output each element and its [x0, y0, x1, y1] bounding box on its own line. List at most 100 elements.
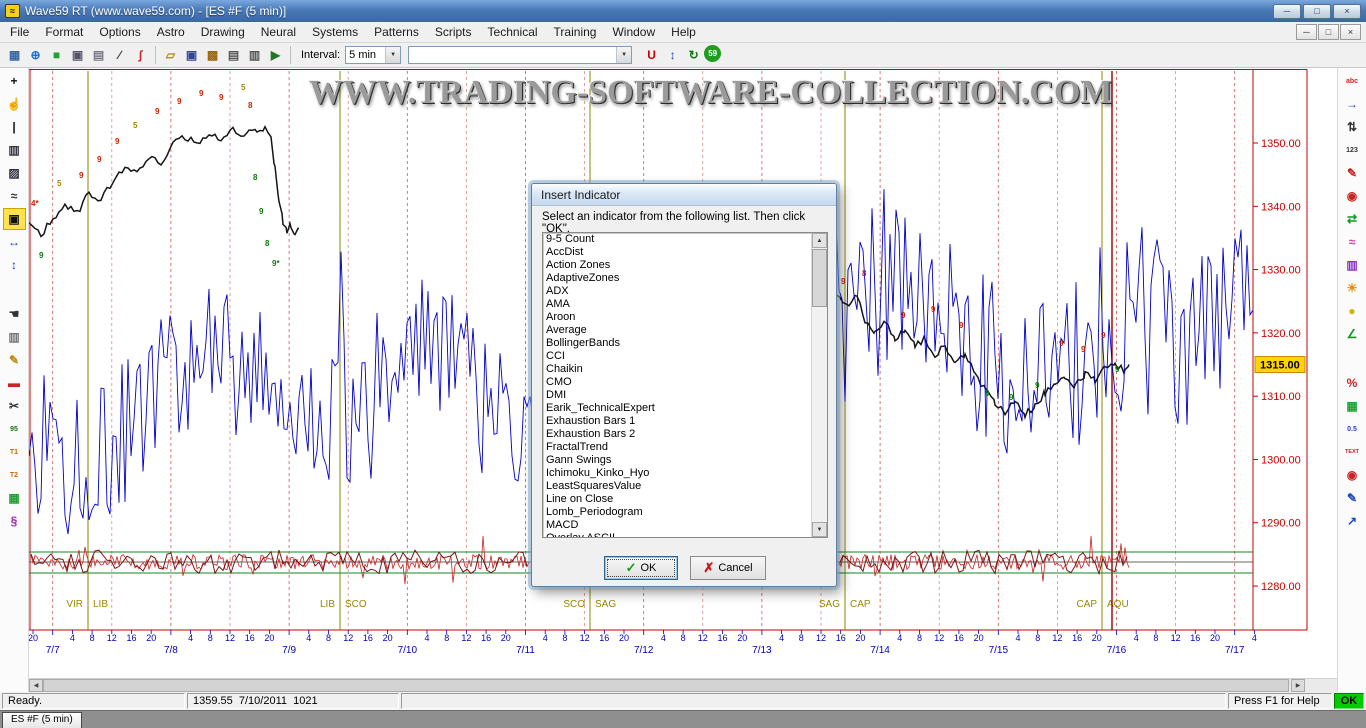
- title-bar[interactable]: ≈ Wave59 RT (www.wave59.com) - [ES #F (5…: [0, 0, 1366, 22]
- minimize-button[interactable]: ─: [1273, 4, 1301, 19]
- menu-item-systems[interactable]: Systems: [304, 23, 366, 41]
- histogram-tool[interactable]: ▥: [1341, 254, 1364, 276]
- hurst-wave-tool[interactable]: ≈: [1341, 231, 1364, 253]
- arrow-tool[interactable]: →: [1341, 93, 1364, 115]
- vertical-scale-icon[interactable]: ↕: [662, 45, 683, 65]
- close-button[interactable]: ×: [1333, 4, 1361, 19]
- new-chart-icon[interactable]: ▦: [4, 45, 25, 65]
- quote-board-icon[interactable]: ■: [46, 45, 67, 65]
- chevron-down-icon[interactable]: ▼: [616, 47, 631, 63]
- save-icon[interactable]: ▣: [181, 45, 202, 65]
- interval-select[interactable]: 5 min ▼: [345, 46, 401, 64]
- menu-item-neural[interactable]: Neural: [253, 23, 304, 41]
- indicator-listbox[interactable]: 9-5 CountAccDistAction ZonesAdaptiveZone…: [542, 232, 828, 538]
- reload-data-icon[interactable]: ↻: [683, 45, 704, 65]
- indicator-item-exhaustion-bars-1[interactable]: Exhaustion Bars 1: [543, 415, 827, 428]
- half-point-tool[interactable]: 0.5: [1341, 418, 1364, 440]
- indicator-item-leastsquaresvalue[interactable]: LeastSquaresValue: [543, 480, 827, 493]
- pan-tool[interactable]: ☝: [3, 93, 26, 115]
- snapshot-icon[interactable]: ▩: [202, 45, 223, 65]
- trend-arrow-tool[interactable]: ↗: [1341, 510, 1364, 532]
- nine-five-tool[interactable]: 95: [3, 418, 26, 440]
- chevron-down-icon[interactable]: ▼: [385, 47, 400, 63]
- fib-retracement-tool[interactable]: ▥: [3, 139, 26, 161]
- globe-icon[interactable]: ⊕: [25, 45, 46, 65]
- scroll-up-icon[interactable]: ▲: [812, 233, 827, 248]
- menu-item-scripts[interactable]: Scripts: [427, 23, 480, 41]
- dialog-titlebar[interactable]: Insert Indicator: [532, 184, 836, 206]
- hotspot-tool[interactable]: ◉: [1341, 464, 1364, 486]
- indicator-item-9-5-count[interactable]: 9-5 Count: [543, 233, 827, 246]
- zoom-box-tool[interactable]: ▣: [3, 208, 26, 230]
- indicator-item-bollingerbands[interactable]: BollingerBands: [543, 337, 827, 350]
- indicator-item-chaikin[interactable]: Chaikin: [543, 363, 827, 376]
- send-icon[interactable]: ▶: [265, 45, 286, 65]
- text-tool[interactable]: abc: [1341, 70, 1364, 92]
- eraser-tool[interactable]: ▬: [3, 372, 26, 394]
- symbol-combobox[interactable]: ▼: [408, 46, 632, 64]
- numbers-tool[interactable]: 123: [1341, 139, 1364, 161]
- undo-icon[interactable]: U: [641, 45, 662, 65]
- scrollbar-thumb[interactable]: [43, 679, 1289, 692]
- percent-tool[interactable]: %: [1341, 372, 1364, 394]
- text-label-tool[interactable]: TEXT: [1341, 441, 1364, 463]
- indicator-item-gann-swings[interactable]: Gann Swings: [543, 454, 827, 467]
- tab-es-5min[interactable]: ES #F (5 min): [2, 712, 82, 728]
- menu-item-options[interactable]: Options: [91, 23, 148, 41]
- indicator-item-average[interactable]: Average: [543, 324, 827, 337]
- marker-pen-tool[interactable]: ✎: [1341, 162, 1364, 184]
- indicator-item-cci[interactable]: CCI: [543, 350, 827, 363]
- angles-tool[interactable]: ∠: [1341, 323, 1364, 345]
- crosshair-tool[interactable]: +: [3, 70, 26, 92]
- menu-item-astro[interactable]: Astro: [149, 23, 193, 41]
- indicator-item-aroon[interactable]: Aroon: [543, 311, 827, 324]
- monitor-icon[interactable]: ▣: [67, 45, 88, 65]
- expand-vertical-tool[interactable]: ↕: [3, 254, 26, 276]
- menu-item-patterns[interactable]: Patterns: [366, 23, 427, 41]
- mdi-close-button[interactable]: ×: [1340, 24, 1361, 40]
- ok-button[interactable]: ✓ OK: [604, 556, 678, 580]
- indicator-item-accdist[interactable]: AccDist: [543, 246, 827, 259]
- astro-wheel-tool[interactable]: ☀: [1341, 277, 1364, 299]
- template2-tool[interactable]: T2: [3, 464, 26, 486]
- listbox-scrollbar[interactable]: ▲ ▼: [811, 233, 827, 537]
- trendline-icon[interactable]: ∕: [109, 45, 130, 65]
- menu-item-file[interactable]: File: [2, 23, 37, 41]
- delete-tool[interactable]: ▥: [3, 326, 26, 348]
- indicator-item-earik-technicalexpert[interactable]: Earik_TechnicalExpert: [543, 402, 827, 415]
- cancel-button[interactable]: ✗ Cancel: [690, 556, 766, 580]
- grid-page-icon[interactable]: ▤: [88, 45, 109, 65]
- paintbrush-tool[interactable]: ✎: [3, 349, 26, 371]
- circle-tool[interactable]: ◉: [1341, 185, 1364, 207]
- open-folder-icon[interactable]: ▱: [160, 45, 181, 65]
- grid-green-tool[interactable]: ▦: [1341, 395, 1364, 417]
- indicator-item-macd[interactable]: MACD: [543, 519, 827, 532]
- gann-grid-tool[interactable]: ▦: [3, 487, 26, 509]
- indicator-item-ichimoku-kinko-hyo[interactable]: Ichimoku_Kinko_Hyo: [543, 467, 827, 480]
- indicator-item-adaptivezones[interactable]: AdaptiveZones: [543, 272, 827, 285]
- indicator-item-dmi[interactable]: DMI: [543, 389, 827, 402]
- template1-tool[interactable]: T1: [3, 441, 26, 463]
- scroll-down-icon[interactable]: ▼: [812, 522, 827, 537]
- elliott-count-tool[interactable]: ⇅: [1341, 116, 1364, 138]
- planet-tool[interactable]: ●: [1341, 300, 1364, 322]
- chart-horizontal-scrollbar[interactable]: ◀ ▶: [29, 678, 1337, 692]
- indicator-item-cmo[interactable]: CMO: [543, 376, 827, 389]
- scroll-right-icon[interactable]: ▶: [1291, 679, 1305, 692]
- fib-time-tool[interactable]: ▨: [3, 162, 26, 184]
- scroll-left-icon[interactable]: ◀: [29, 679, 43, 692]
- mdi-restore-button[interactable]: □: [1318, 24, 1339, 40]
- menu-item-technical[interactable]: Technical: [480, 23, 546, 41]
- print-preview-icon[interactable]: ▥: [244, 45, 265, 65]
- indicator-item-overlay-ascii[interactable]: Overlay ASCII: [543, 532, 827, 538]
- wave-tool[interactable]: ≈: [3, 185, 26, 207]
- menu-item-help[interactable]: Help: [663, 23, 704, 41]
- menu-item-format[interactable]: Format: [37, 23, 91, 41]
- indicator-item-exhaustion-bars-2[interactable]: Exhaustion Bars 2: [543, 428, 827, 441]
- pointer-tool[interactable]: ☚: [3, 303, 26, 325]
- maximize-button[interactable]: □: [1303, 4, 1331, 19]
- indicator-item-adx[interactable]: ADX: [543, 285, 827, 298]
- cut-tool[interactable]: ✂: [3, 395, 26, 417]
- scrollbar-thumb[interactable]: [812, 249, 827, 307]
- indicator-item-ama[interactable]: AMA: [543, 298, 827, 311]
